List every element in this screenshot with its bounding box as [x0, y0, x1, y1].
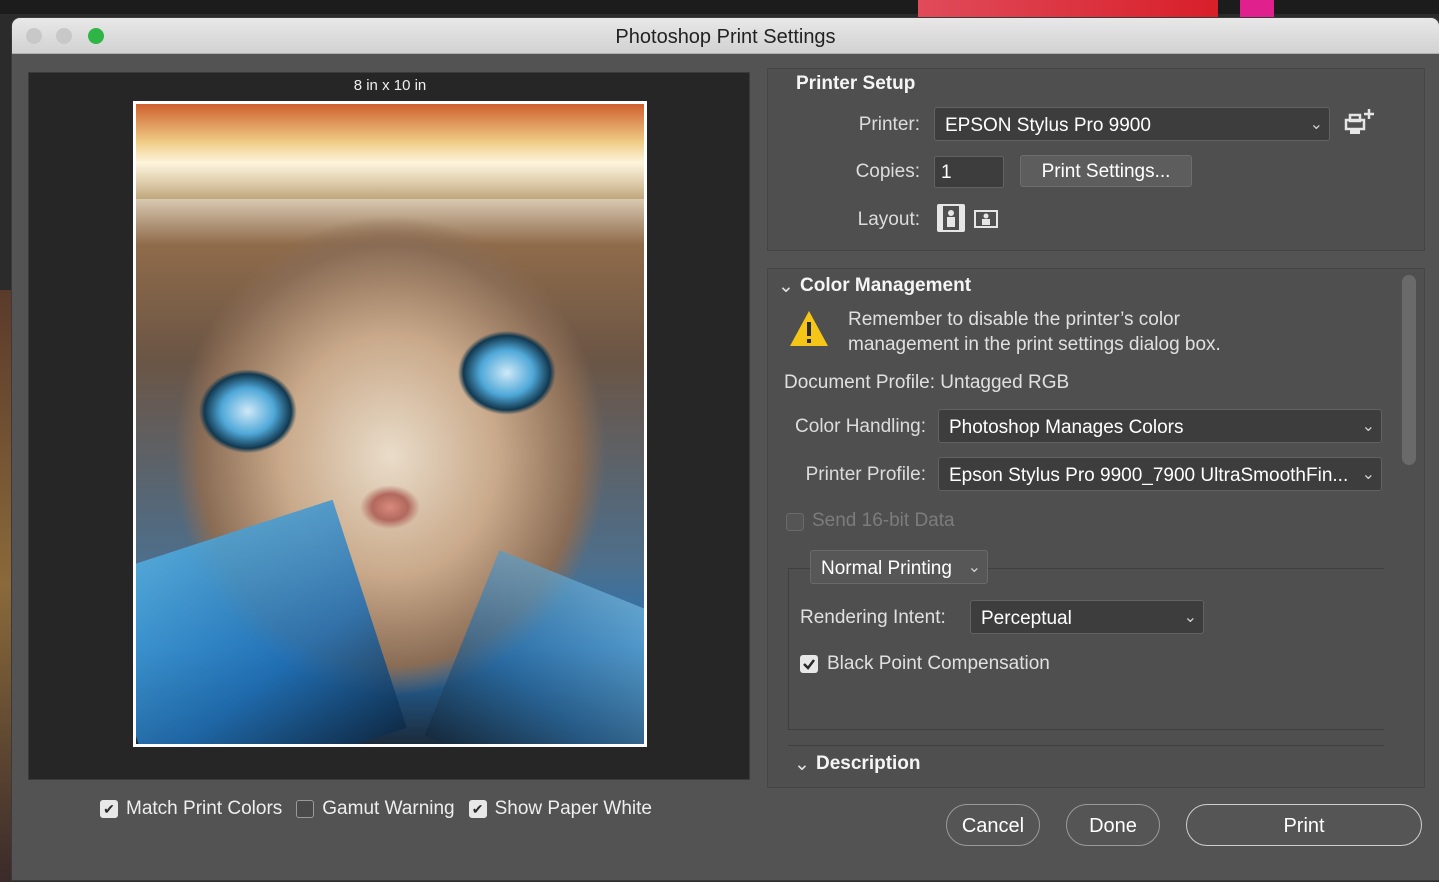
add-printer-icon[interactable] — [1342, 107, 1376, 144]
printer-label: Printer: — [858, 114, 920, 135]
match-print-colors-checkbox[interactable]: ✔ — [100, 800, 118, 818]
title-bar: Photoshop Print Settings — [12, 18, 1439, 54]
chevron-down-icon: ⌄ — [1361, 418, 1375, 435]
show-paper-white-label: Show Paper White — [494, 798, 652, 819]
color-handling-value: Photoshop Manages Colors — [949, 417, 1184, 438]
color-management-heading[interactable]: Color Management — [800, 275, 971, 297]
gamut-warning-option[interactable]: Gamut Warning — [296, 798, 455, 820]
cancel-button[interactable]: Cancel — [946, 804, 1040, 846]
warning-text-line1: Remember to disable the printer’s color — [848, 309, 1180, 330]
rendering-intent-value: Perceptual — [981, 608, 1072, 629]
color-handling-label: Color Handling: — [795, 416, 926, 437]
panel-scrollbar[interactable] — [1402, 275, 1416, 465]
chevron-down-icon: ⌄ — [967, 559, 981, 576]
print-settings-dialog: Photoshop Print Settings 8 in x 10 in ✔ … — [12, 18, 1439, 880]
layout-label: Layout: — [857, 209, 920, 230]
warning-icon — [788, 309, 830, 354]
printer-setup-section: Printer Setup Printer: EPSON Stylus Pro … — [767, 68, 1425, 251]
printer-dropdown[interactable]: EPSON Stylus Pro 9900 ⌄ — [934, 107, 1330, 141]
chevron-down-icon: ⌄ — [1309, 116, 1323, 133]
chevron-down-icon: ⌄ — [1183, 609, 1197, 626]
copies-input[interactable]: 1 — [934, 156, 1004, 188]
preview-image — [136, 104, 644, 744]
check-icon: ✔ — [103, 801, 115, 817]
send-16bit-label: Send 16-bit Data — [812, 510, 955, 531]
paper-size-label: 8 in x 10 in — [353, 77, 427, 94]
collapse-color-management-icon[interactable]: ⌄ — [778, 275, 794, 298]
background-app-fragment — [918, 0, 1218, 18]
print-preview: 8 in x 10 in — [28, 72, 750, 780]
preview-paper[interactable] — [133, 101, 647, 747]
printer-profile-value: Epson Stylus Pro 9900_7900 UltraSmoothFi… — [949, 465, 1349, 486]
preview-image-suit-right — [424, 550, 644, 744]
description-divider — [788, 745, 1384, 746]
printing-mode-value: Normal Printing — [821, 558, 952, 579]
match-print-colors-option[interactable]: ✔ Match Print Colors — [100, 798, 282, 820]
black-point-checkbox[interactable] — [800, 655, 818, 678]
check-icon: ✔ — [471, 801, 484, 817]
landscape-layout-icon[interactable] — [974, 207, 998, 236]
preview-image-suit-left — [136, 499, 407, 744]
expand-description-icon[interactable]: ⌄ — [794, 753, 810, 776]
preview-image-helmet — [136, 104, 644, 199]
chevron-down-icon: ⌄ — [1361, 466, 1375, 483]
background-desktop — [0, 0, 1439, 18]
color-handling-dropdown[interactable]: Photoshop Manages Colors ⌄ — [938, 409, 1382, 443]
show-paper-white-checkbox[interactable]: ✔ — [468, 800, 487, 818]
show-paper-white-option[interactable]: ✔ Show Paper White — [468, 798, 652, 820]
document-profile: Document Profile: Untagged RGB — [784, 372, 1070, 393]
background-app-fragment-pink — [1240, 0, 1274, 18]
printing-mode-group — [788, 568, 1384, 730]
window-title: Photoshop Print Settings — [615, 26, 836, 48]
preview-options: ✔ Match Print Colors Gamut Warning ✔ Sho… — [100, 798, 652, 820]
gamut-warning-checkbox[interactable] — [296, 800, 315, 818]
printer-profile-dropdown[interactable]: Epson Stylus Pro 9900_7900 UltraSmoothFi… — [938, 457, 1382, 491]
printer-value: EPSON Stylus Pro 9900 — [945, 115, 1151, 136]
description-heading[interactable]: Description — [816, 753, 921, 775]
print-button[interactable]: Print — [1186, 804, 1422, 846]
rendering-intent-label: Rendering Intent: — [800, 607, 946, 628]
send-16bit-checkbox[interactable] — [786, 513, 804, 536]
portrait-layout-icon[interactable] — [936, 203, 966, 238]
match-print-colors-label: Match Print Colors — [126, 798, 283, 819]
copies-label: Copies: — [855, 161, 920, 182]
gamut-warning-label: Gamut Warning — [322, 798, 455, 819]
printer-setup-heading: Printer Setup — [796, 73, 916, 94]
rendering-intent-dropdown[interactable]: Perceptual ⌄ — [970, 600, 1204, 634]
printing-mode-dropdown[interactable]: Normal Printing ⌄ — [810, 550, 988, 584]
black-point-label: Black Point Compensation — [827, 653, 1050, 674]
print-settings-button[interactable]: Print Settings... — [1020, 155, 1192, 187]
done-button[interactable]: Done — [1066, 804, 1160, 846]
warning-text-line2: management in the print settings dialog … — [848, 334, 1221, 355]
color-management-panel[interactable]: ⌄ Color Management Remember to disable t… — [767, 268, 1425, 788]
printer-profile-label: Printer Profile: — [805, 464, 926, 485]
